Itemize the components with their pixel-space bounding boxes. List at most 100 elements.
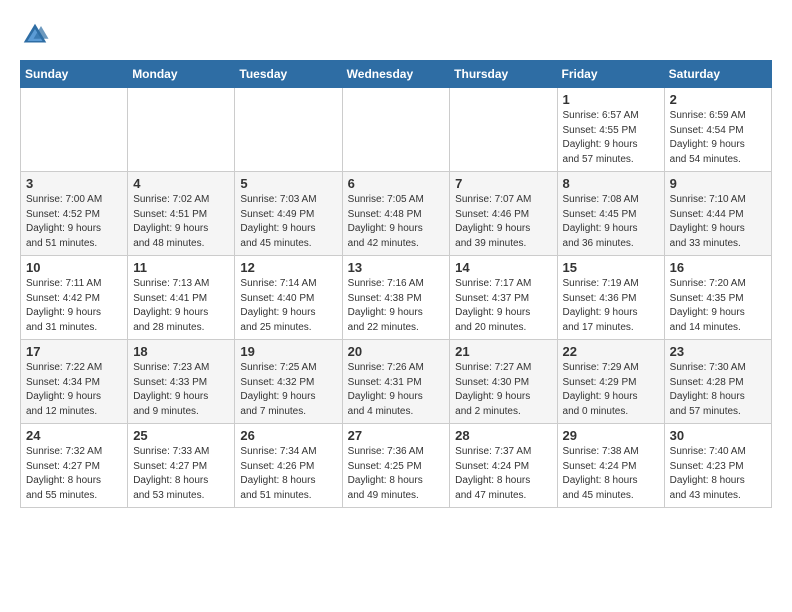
day-number: 25 xyxy=(133,428,229,443)
day-number: 24 xyxy=(26,428,122,443)
calendar-day-19: 19Sunrise: 7:25 AM Sunset: 4:32 PM Dayli… xyxy=(235,340,342,424)
calendar-day-23: 23 Sunrise: 7:30 AM Sunset: 4:28 PM Dayli… xyxy=(664,340,771,424)
calendar-day-3: 3 Sunrise: 7:00 AM Sunset: 4:52 PM Daylig… xyxy=(21,172,128,256)
day-info: Sunrise: 7:29 AM Sunset: 4:29 PM Dayligh… xyxy=(563,361,659,419)
calendar-day-25: 25 Sunrise: 7:33 AM Sunset: 4:27 PM Dayli… xyxy=(128,424,235,508)
header xyxy=(20,20,772,50)
calendar-day-27: 27 Sunrise: 7:36 AM Sunset: 4:25 PM Dayli… xyxy=(342,424,450,508)
day-number: 27 xyxy=(348,428,445,443)
day-number: 15 xyxy=(563,260,659,275)
day-number: 3 xyxy=(26,176,122,191)
logo-icon xyxy=(20,20,50,50)
calendar-empty-cell xyxy=(128,88,235,172)
column-header-tuesday: Tuesday xyxy=(235,61,342,88)
day-number: 26 xyxy=(240,428,336,443)
day-number: 8 xyxy=(563,176,659,191)
column-header-wednesday: Wednesday xyxy=(342,61,450,88)
calendar-week-row: 17 Sunrise: 7:22 AM Sunset: 4:34 PM Dayli… xyxy=(21,340,772,424)
day-info: Sunrise: 7:19 AM Sunset: 4:36 PM Dayligh… xyxy=(563,277,659,335)
calendar-empty-cell xyxy=(235,88,342,172)
day-number: 14 xyxy=(455,260,551,275)
day-info: Sunrise: 7:37 AM Sunset: 4:24 PM Dayligh… xyxy=(455,445,551,503)
calendar-day-7: 7 Sunrise: 7:07 AM Sunset: 4:46 PM Daylig… xyxy=(450,172,557,256)
day-info: Sunrise: 7:14 AM Sunset: 4:40 PM Dayligh… xyxy=(240,277,336,335)
day-number: 19 xyxy=(240,344,336,359)
calendar-day-11: 11 Sunrise: 7:13 AM Sunset: 4:41 PM Dayli… xyxy=(128,256,235,340)
day-info: Sunrise: 7:00 AM Sunset: 4:52 PM Dayligh… xyxy=(26,193,122,251)
calendar-day-15: 15 Sunrise: 7:19 AM Sunset: 4:36 PM Dayli… xyxy=(557,256,664,340)
calendar-week-row: 10 Sunrise: 7:11 AM Sunset: 4:42 PM Dayli… xyxy=(21,256,772,340)
column-header-thursday: Thursday xyxy=(450,61,557,88)
day-number: 11 xyxy=(133,260,229,275)
day-info: Sunrise: 7:23 AM Sunset: 4:33 PM Dayligh… xyxy=(133,361,229,419)
day-number: 21 xyxy=(455,344,551,359)
day-number: 10 xyxy=(26,260,122,275)
calendar-day-16: 16 Sunrise: 7:20 AM Sunset: 4:35 PM Dayli… xyxy=(664,256,771,340)
calendar-week-row: 24 Sunrise: 7:32 AM Sunset: 4:27 PM Dayli… xyxy=(21,424,772,508)
day-number: 29 xyxy=(563,428,659,443)
day-number: 23 xyxy=(670,344,766,359)
calendar-day-17: 17 Sunrise: 7:22 AM Sunset: 4:34 PM Dayli… xyxy=(21,340,128,424)
day-info: Sunrise: 7:38 AM Sunset: 4:24 PM Dayligh… xyxy=(563,445,659,503)
calendar-day-26: 26Sunrise: 7:34 AM Sunset: 4:26 PM Dayli… xyxy=(235,424,342,508)
day-number: 13 xyxy=(348,260,445,275)
calendar-day-21: 21Sunrise: 7:27 AM Sunset: 4:30 PM Dayli… xyxy=(450,340,557,424)
day-info: Sunrise: 7:02 AM Sunset: 4:51 PM Dayligh… xyxy=(133,193,229,251)
calendar-day-22: 22 Sunrise: 7:29 AM Sunset: 4:29 PM Dayli… xyxy=(557,340,664,424)
day-info: Sunrise: 7:11 AM Sunset: 4:42 PM Dayligh… xyxy=(26,277,122,335)
calendar-week-row: 1Sunrise: 6:57 AM Sunset: 4:55 PM Daylig… xyxy=(21,88,772,172)
day-info: Sunrise: 7:07 AM Sunset: 4:46 PM Dayligh… xyxy=(455,193,551,251)
day-number: 20 xyxy=(348,344,445,359)
calendar-day-5: 5Sunrise: 7:03 AM Sunset: 4:49 PM Daylig… xyxy=(235,172,342,256)
calendar-day-28: 28 Sunrise: 7:37 AM Sunset: 4:24 PM Dayli… xyxy=(450,424,557,508)
day-number: 16 xyxy=(670,260,766,275)
day-number: 22 xyxy=(563,344,659,359)
day-info: Sunrise: 7:17 AM Sunset: 4:37 PM Dayligh… xyxy=(455,277,551,335)
column-header-friday: Friday xyxy=(557,61,664,88)
calendar-empty-cell xyxy=(450,88,557,172)
calendar-day-9: 9 Sunrise: 7:10 AM Sunset: 4:44 PM Daylig… xyxy=(664,172,771,256)
day-info: Sunrise: 7:40 AM Sunset: 4:23 PM Dayligh… xyxy=(670,445,766,503)
day-number: 9 xyxy=(670,176,766,191)
calendar-day-10: 10 Sunrise: 7:11 AM Sunset: 4:42 PM Dayli… xyxy=(21,256,128,340)
calendar-day-20: 20 Sunrise: 7:26 AM Sunset: 4:31 PM Dayli… xyxy=(342,340,450,424)
day-number: 30 xyxy=(670,428,766,443)
calendar-empty-cell xyxy=(342,88,450,172)
calendar-day-14: 14 Sunrise: 7:17 AM Sunset: 4:37 PM Dayli… xyxy=(450,256,557,340)
day-info: Sunrise: 7:16 AM Sunset: 4:38 PM Dayligh… xyxy=(348,277,445,335)
day-number: 17 xyxy=(26,344,122,359)
calendar-day-4: 4 Sunrise: 7:02 AM Sunset: 4:51 PM Daylig… xyxy=(128,172,235,256)
day-info: Sunrise: 7:03 AM Sunset: 4:49 PM Dayligh… xyxy=(240,193,336,251)
day-info: Sunrise: 7:26 AM Sunset: 4:31 PM Dayligh… xyxy=(348,361,445,419)
day-number: 28 xyxy=(455,428,551,443)
day-info: Sunrise: 7:30 AM Sunset: 4:28 PM Dayligh… xyxy=(670,361,766,419)
column-header-monday: Monday xyxy=(128,61,235,88)
day-number: 1 xyxy=(563,92,659,107)
calendar-day-29: 29 Sunrise: 7:38 AM Sunset: 4:24 PM Dayli… xyxy=(557,424,664,508)
calendar-day-18: 18Sunrise: 7:23 AM Sunset: 4:33 PM Dayli… xyxy=(128,340,235,424)
day-info: Sunrise: 7:20 AM Sunset: 4:35 PM Dayligh… xyxy=(670,277,766,335)
day-info: Sunrise: 7:13 AM Sunset: 4:41 PM Dayligh… xyxy=(133,277,229,335)
day-number: 7 xyxy=(455,176,551,191)
calendar-day-12: 12Sunrise: 7:14 AM Sunset: 4:40 PM Dayli… xyxy=(235,256,342,340)
day-info: Sunrise: 7:22 AM Sunset: 4:34 PM Dayligh… xyxy=(26,361,122,419)
calendar-day-13: 13 Sunrise: 7:16 AM Sunset: 4:38 PM Dayli… xyxy=(342,256,450,340)
day-info: Sunrise: 7:32 AM Sunset: 4:27 PM Dayligh… xyxy=(26,445,122,503)
calendar-day-8: 8 Sunrise: 7:08 AM Sunset: 4:45 PM Daylig… xyxy=(557,172,664,256)
day-info: Sunrise: 7:33 AM Sunset: 4:27 PM Dayligh… xyxy=(133,445,229,503)
calendar-empty-cell xyxy=(21,88,128,172)
day-info: Sunrise: 7:05 AM Sunset: 4:48 PM Dayligh… xyxy=(348,193,445,251)
day-number: 4 xyxy=(133,176,229,191)
calendar-day-6: 6 Sunrise: 7:05 AM Sunset: 4:48 PM Daylig… xyxy=(342,172,450,256)
day-number: 2 xyxy=(670,92,766,107)
day-number: 6 xyxy=(348,176,445,191)
calendar-table: SundayMondayTuesdayWednesdayThursdayFrid… xyxy=(20,60,772,508)
calendar-day-24: 24 Sunrise: 7:32 AM Sunset: 4:27 PM Dayli… xyxy=(21,424,128,508)
calendar-day-1: 1Sunrise: 6:57 AM Sunset: 4:55 PM Daylig… xyxy=(557,88,664,172)
day-info: Sunrise: 7:10 AM Sunset: 4:44 PM Dayligh… xyxy=(670,193,766,251)
day-info: Sunrise: 6:59 AM Sunset: 4:54 PM Dayligh… xyxy=(670,109,766,167)
logo xyxy=(20,20,54,50)
calendar-day-30: 30 Sunrise: 7:40 AM Sunset: 4:23 PM Dayli… xyxy=(664,424,771,508)
day-info: Sunrise: 7:36 AM Sunset: 4:25 PM Dayligh… xyxy=(348,445,445,503)
day-info: Sunrise: 7:08 AM Sunset: 4:45 PM Dayligh… xyxy=(563,193,659,251)
